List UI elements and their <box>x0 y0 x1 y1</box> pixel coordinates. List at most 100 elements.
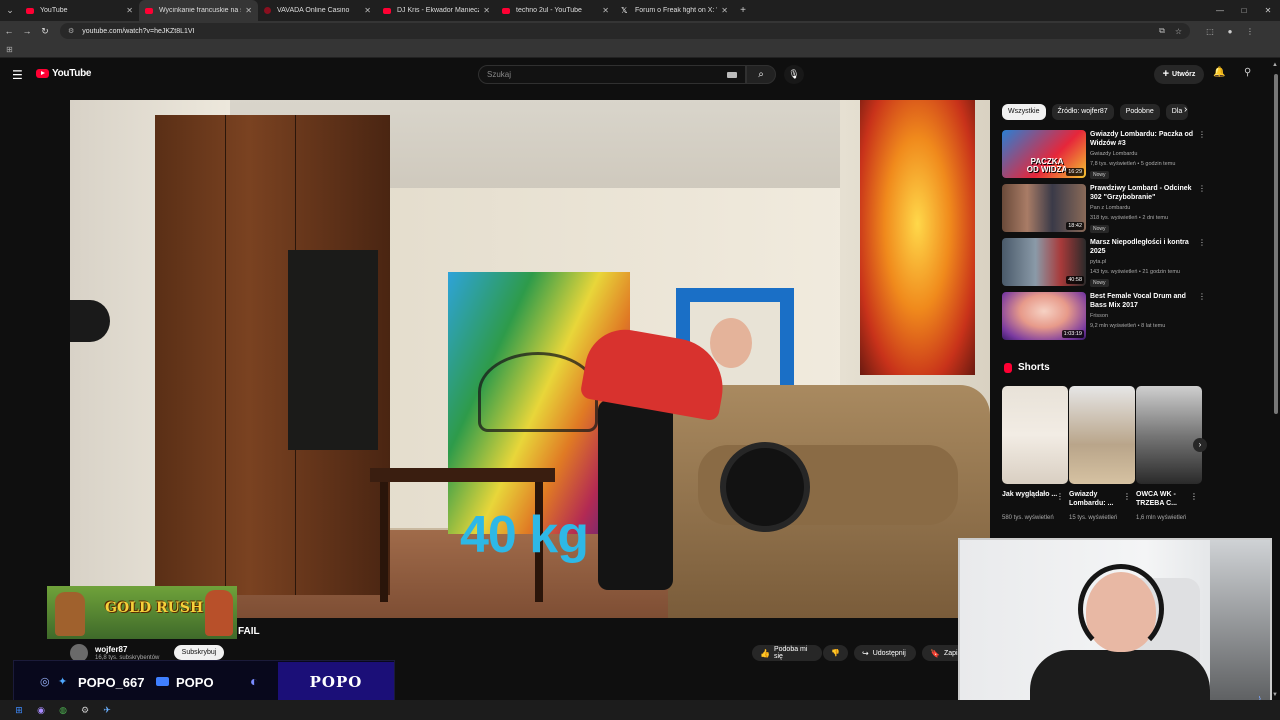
like-button[interactable]: 👍 Podoba mi się <box>752 645 822 661</box>
scroll-up-icon[interactable]: ▲ <box>1272 62 1278 68</box>
chevron-right-icon[interactable]: › <box>1184 104 1187 115</box>
chevron-right-icon[interactable]: › <box>1193 438 1207 452</box>
search-placeholder: Szukaj <box>487 70 512 79</box>
bookmark-star-icon[interactable]: ☆ <box>1175 27 1182 36</box>
x-icon: 𝕏 <box>621 5 628 15</box>
voice-search-button[interactable]: 🎙 <box>784 65 804 84</box>
page-scrollbar[interactable]: ▲ ▼ <box>1272 60 1280 700</box>
minimize-icon[interactable]: — <box>1208 0 1232 21</box>
youtube-icon <box>383 7 391 14</box>
menu-dots-icon[interactable]: ⋮ <box>1240 27 1260 36</box>
browser-tab[interactable]: 𝕏 Forum o Freak fight on X: "Artu ✕ <box>615 0 734 21</box>
recommendation-item[interactable]: 18:42 Prawdziwy Lombard - Odcinek 302 "G… <box>1002 184 1206 234</box>
maximize-icon[interactable]: □ <box>1232 0 1256 21</box>
extensions-icon[interactable]: ⬚ <box>1200 27 1220 36</box>
address-bar[interactable]: ⚙ youtube.com/watch?v=heJKZt8L1VI ⧉ ☆ <box>60 23 1190 39</box>
video-thumbnail[interactable]: 18:42 <box>1002 184 1086 232</box>
close-window-icon[interactable]: ✕ <box>1256 0 1280 21</box>
video-thumbnail[interactable]: PACZKA OD WIDZA 16:29 <box>1002 130 1086 178</box>
browser-tab[interactable]: YouTube ✕ <box>20 0 139 21</box>
share-button[interactable]: ↪ Udostępnij <box>854 645 916 661</box>
weight-overlay-text: 40 kg <box>460 506 589 564</box>
more-options-icon[interactable]: ⋮ <box>1198 130 1206 139</box>
notifications-bell-icon[interactable]: 🔔 <box>1213 67 1225 78</box>
channel-name[interactable]: Gwiazdy Lombardu <box>1090 151 1137 157</box>
short-title[interactable]: OWCA WK - TRZEBA C... <box>1136 490 1192 508</box>
video-meta: 143 tys. wyświetleń • 21 godzin temu <box>1090 269 1180 275</box>
scroll-down-icon[interactable]: ▼ <box>1272 692 1278 698</box>
tab-search-icon[interactable]: ⌄ <box>0 0 20 21</box>
recommendation-item[interactable]: PACZKA OD WIDZA 16:29 Gwiazdy Lombardu: … <box>1002 130 1206 180</box>
subscribe-button[interactable]: Subskrybuj <box>174 645 224 660</box>
more-options-icon[interactable]: ⋮ <box>1198 184 1206 193</box>
steam-icon[interactable]: ✈ <box>96 705 118 716</box>
forward-icon[interactable]: → <box>18 26 36 36</box>
video-title[interactable]: Best Female Vocal Drum and Bass Mix 2017 <box>1090 292 1196 310</box>
youtube-logo[interactable]: YouTube <box>36 68 92 79</box>
short-title[interactable]: Gwiazdy Lombardu: ... <box>1069 490 1125 508</box>
more-options-icon[interactable]: ⋮ <box>1198 238 1206 247</box>
search-input[interactable]: Szukaj <box>478 65 746 84</box>
reload-icon[interactable]: ↻ <box>36 26 54 37</box>
close-icon[interactable]: ✕ <box>721 6 728 15</box>
browser-tab[interactable]: VAVADA Online Casino ✕ <box>258 0 377 21</box>
site-info-icon[interactable]: ⚙ <box>68 27 74 35</box>
more-options-icon[interactable]: ⋮ <box>1123 492 1131 501</box>
hamburger-menu-icon[interactable]: ☰ <box>12 68 23 82</box>
create-button[interactable]: + Utwórz <box>1154 65 1204 84</box>
close-icon[interactable]: ✕ <box>602 6 609 15</box>
settings-icon[interactable]: ⚙ <box>74 705 96 716</box>
video-title[interactable]: Prawdziwy Lombard - Odcinek 302 "Grzybob… <box>1090 184 1196 202</box>
channel-name[interactable]: Frisson <box>1090 313 1108 319</box>
search-button[interactable]: ⌕ <box>746 65 776 84</box>
video-duration: 40:58 <box>1066 276 1084 284</box>
start-icon[interactable]: ⊞ <box>8 705 30 716</box>
video-player[interactable]: 40 kg <box>70 100 990 618</box>
instagram-icon: ◎ <box>40 676 50 688</box>
recommendation-item[interactable]: 1:03:19 Best Female Vocal Drum and Bass … <box>1002 292 1206 342</box>
short-thumbnail[interactable] <box>1136 386 1202 484</box>
browser-tab-active[interactable]: Wycinkanie francuskie na stole ✕ <box>139 0 258 21</box>
video-thumbnail[interactable]: 1:03:19 <box>1002 292 1086 340</box>
apps-grid-icon[interactable]: ⊞ <box>6 45 13 54</box>
gold-rush-banner: GOLD RUSH <box>47 586 237 639</box>
chip-all[interactable]: Wszystkie <box>1002 104 1046 120</box>
keyboard-icon[interactable] <box>727 71 737 78</box>
close-icon[interactable]: ✕ <box>364 6 371 15</box>
more-options-icon[interactable]: ⋮ <box>1056 492 1064 501</box>
youtube-icon <box>145 7 153 14</box>
short-title[interactable]: Jak wyglądało ... <box>1002 490 1058 499</box>
back-icon[interactable]: ← <box>0 26 18 36</box>
profile-icon[interactable]: ● <box>1220 27 1240 36</box>
dislike-button[interactable]: 👎 <box>823 645 848 661</box>
more-options-icon[interactable]: ⋮ <box>1198 292 1206 301</box>
social-handle: POPO_667 <box>78 675 145 690</box>
close-icon[interactable]: ✕ <box>245 6 252 15</box>
chrome-icon[interactable]: ◍ <box>52 705 74 716</box>
recommendation-item[interactable]: 40:58 Marsz Niepodległości i kontra 2025… <box>1002 238 1206 288</box>
channel-name[interactable]: wojfer87 <box>95 645 127 654</box>
close-icon[interactable]: ✕ <box>483 6 490 15</box>
video-title[interactable]: Marsz Niepodległości i kontra 2025 <box>1090 238 1196 256</box>
more-options-icon[interactable]: ⋮ <box>1190 492 1198 501</box>
scrollbar-thumb[interactable] <box>1274 74 1278 414</box>
browser-tab[interactable]: DJ Kris - Ekwador Manieczki | It ✕ <box>377 0 496 21</box>
account-avatar-icon[interactable]: ⚲ <box>1244 67 1251 78</box>
app-icon[interactable]: ◉ <box>30 705 52 716</box>
new-badge: Nowy <box>1090 225 1109 233</box>
new-tab-icon[interactable]: + <box>734 5 752 16</box>
video-thumbnail[interactable]: 40:58 <box>1002 238 1086 286</box>
short-thumbnail[interactable] <box>1002 386 1068 484</box>
browser-tab[interactable]: techno 2ul - YouTube ✕ <box>496 0 615 21</box>
close-icon[interactable]: ✕ <box>126 6 133 15</box>
chip-related[interactable]: Podobne <box>1119 104 1160 120</box>
video-title[interactable]: Gwiazdy Lombardu: Paczka od Widzów #3 <box>1090 130 1196 148</box>
like-label: Podoba mi się <box>773 646 808 660</box>
chip-source[interactable]: Źródło: wojfer87 <box>1051 104 1114 120</box>
video-duration: 1:03:19 <box>1061 330 1084 338</box>
install-icon[interactable]: ⧉ <box>1159 26 1165 36</box>
channel-name[interactable]: Pan z Lombardu <box>1090 205 1130 211</box>
video-scene-person-head <box>710 318 752 368</box>
short-thumbnail[interactable] <box>1069 386 1135 484</box>
channel-name[interactable]: pyta.pl <box>1090 259 1106 265</box>
